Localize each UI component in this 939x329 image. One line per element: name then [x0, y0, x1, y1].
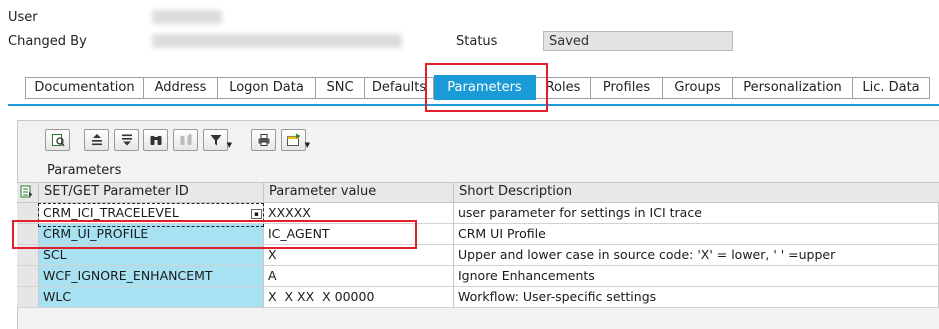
col-header-parameter-id[interactable]: SET/GET Parameter ID	[39, 182, 264, 203]
tab-lic-data[interactable]: Lic. Data	[853, 77, 930, 99]
status-field: Saved	[543, 31, 733, 51]
col-header-parameter-value[interactable]: Parameter value	[264, 182, 454, 203]
parameters-title: Parameters	[47, 163, 122, 178]
row-selector[interactable]	[17, 287, 39, 308]
parameter-id-cell[interactable]: WLC	[39, 287, 264, 308]
tab-groups[interactable]: Groups	[663, 77, 733, 99]
tab-logon-data[interactable]: Logon Data	[218, 77, 316, 99]
export-dropdown-icon[interactable]: ▼	[305, 141, 310, 149]
table-row[interactable]: WLC X X XX X 00000 Workflow: User-specif…	[17, 287, 939, 308]
user-value-redacted	[152, 10, 222, 24]
short-description-cell: CRM UI Profile	[454, 224, 939, 245]
changed-by-label: Changed By	[8, 34, 87, 49]
short-description-cell: Workflow: User-specific settings	[454, 287, 939, 308]
user-label: User	[8, 10, 38, 25]
value-help-icon[interactable]: ▪	[251, 209, 262, 219]
tab-address[interactable]: Address	[144, 77, 218, 99]
tab-defaults[interactable]: Defaults	[365, 77, 434, 99]
tab-profiles[interactable]: Profiles	[591, 77, 663, 99]
export-icon[interactable]: ▼	[281, 129, 310, 151]
changed-by-value-redacted	[152, 34, 402, 48]
select-all-icon[interactable]	[17, 182, 39, 203]
col-header-short-description[interactable]: Short Description	[454, 182, 939, 203]
parameter-value-cell[interactable]: X X XX X 00000	[264, 287, 454, 308]
short-description-cell: Ignore Enhancements	[454, 266, 939, 287]
tab-personalization[interactable]: Personalization	[733, 77, 853, 99]
filter-icon[interactable]: ▼	[203, 129, 232, 151]
print-icon[interactable]	[251, 129, 276, 151]
parameter-value-cell[interactable]: A	[264, 266, 454, 287]
details-icon[interactable]	[45, 129, 70, 151]
sort-ascending-icon[interactable]	[84, 129, 109, 151]
highlight-crm-ui-profile-row	[12, 220, 417, 249]
short-description-cell: user parameter for settings in ICI trace	[454, 203, 939, 224]
highlight-parameters-tab	[425, 63, 548, 112]
table-row[interactable]: WCF_IGNORE_ENHANCEMT A Ignore Enhancemen…	[17, 266, 939, 287]
short-description-cell: Upper and lower case in source code: 'X'…	[454, 245, 939, 266]
find-icon[interactable]	[143, 129, 168, 151]
tab-documentation[interactable]: Documentation	[25, 77, 144, 99]
filter-dropdown-icon[interactable]: ▼	[227, 141, 232, 149]
find-next-icon[interactable]	[173, 129, 198, 151]
status-label: Status	[456, 34, 498, 49]
parameter-id-cell[interactable]: WCF_IGNORE_ENHANCEMT	[39, 266, 264, 287]
tab-snc[interactable]: SNC	[316, 77, 365, 99]
sort-descending-icon[interactable]	[114, 129, 139, 151]
row-selector[interactable]	[17, 266, 39, 287]
